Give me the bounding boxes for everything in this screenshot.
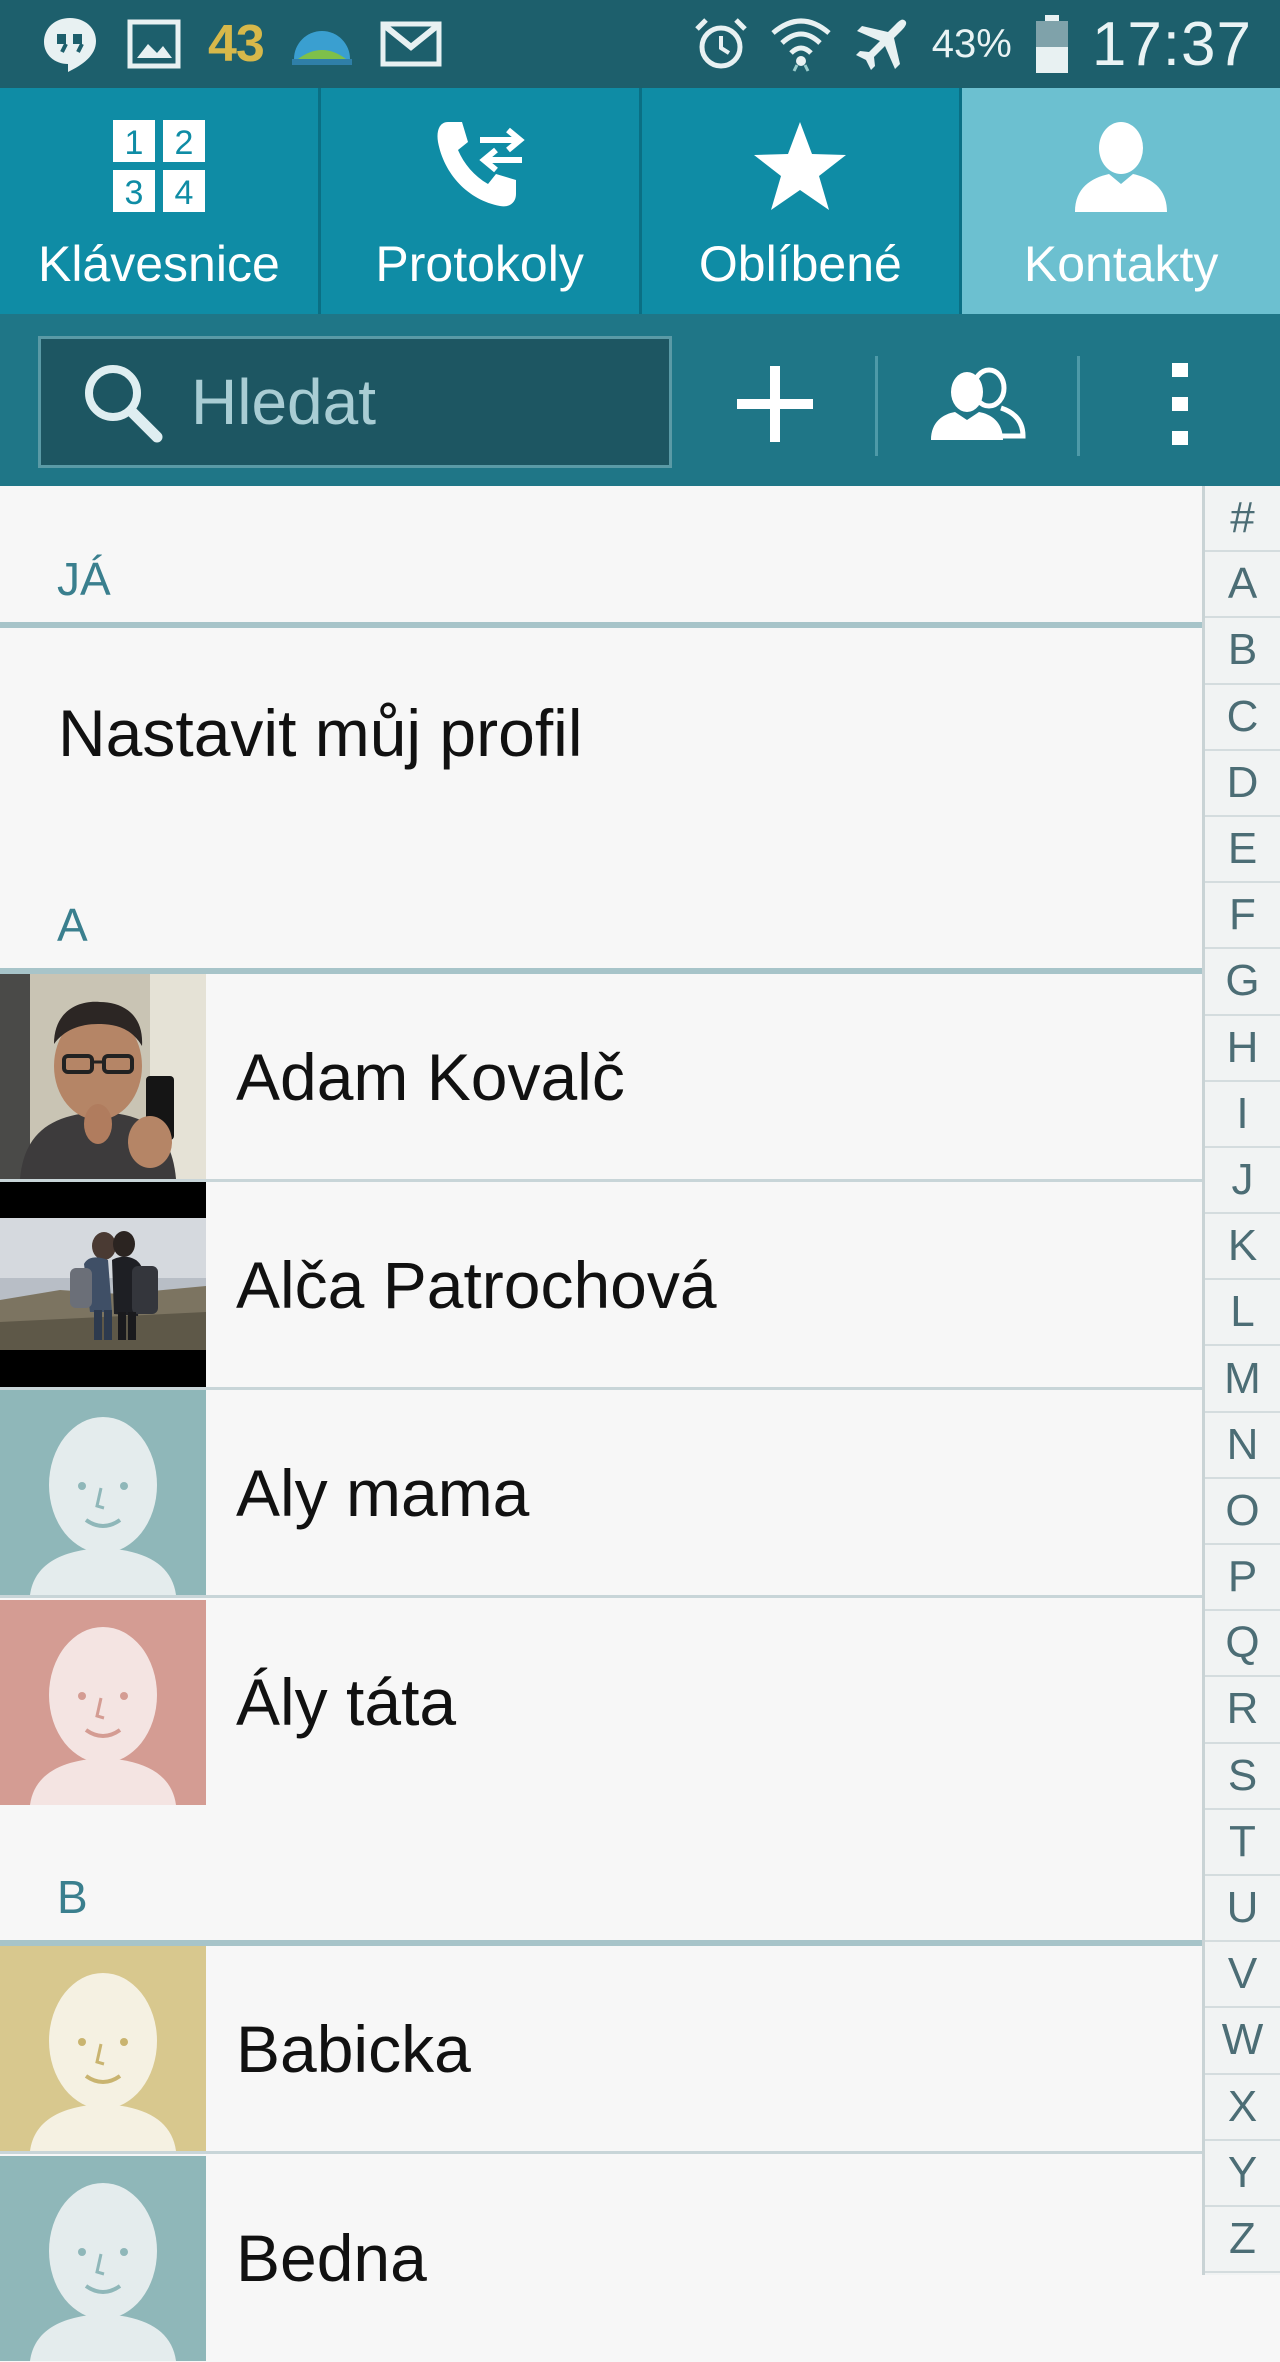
alphabet-index-letter[interactable]: B bbox=[1205, 618, 1280, 685]
alphabet-index-letter[interactable]: # bbox=[1205, 486, 1280, 553]
tab-contacts-label: Kontakty bbox=[1023, 236, 1219, 292]
more-options-button[interactable] bbox=[1115, 344, 1245, 464]
toolbar-divider bbox=[1077, 356, 1080, 456]
alphabet-index-letter[interactable]: Q bbox=[1205, 1611, 1280, 1678]
contact-name: Aly mama bbox=[236, 1455, 530, 1530]
alphabet-index-letter[interactable]: K bbox=[1205, 1214, 1280, 1281]
section-header-me: JÁ bbox=[0, 486, 1202, 628]
alphabet-index-letter[interactable]: W bbox=[1205, 2008, 1280, 2075]
star-icon bbox=[752, 96, 848, 236]
default-avatar-icon bbox=[0, 1390, 206, 1595]
tab-call-log[interactable]: Protokoly bbox=[321, 88, 642, 314]
call-log-icon bbox=[430, 96, 530, 236]
alphabet-index-letter[interactable]: J bbox=[1205, 1148, 1280, 1215]
tab-keypad[interactable]: 1 2 3 4 Klávesnice bbox=[0, 88, 321, 314]
alphabet-index-letter[interactable]: O bbox=[1205, 1479, 1280, 1545]
contact-list[interactable]: JÁ Nastavit můj profil A Adam Kovalč Alč… bbox=[0, 486, 1202, 2362]
groups-button[interactable] bbox=[912, 344, 1042, 464]
contact-photo bbox=[0, 974, 206, 1179]
tab-contacts[interactable]: Kontakty bbox=[962, 88, 1280, 314]
battery-percent: 43% bbox=[931, 21, 1012, 66]
alphabet-index-letter[interactable]: C bbox=[1205, 685, 1280, 751]
search-box[interactable] bbox=[38, 336, 672, 468]
status-left-icons: 43 bbox=[40, 0, 442, 88]
alphabet-index-letter[interactable]: E bbox=[1205, 817, 1280, 884]
search-icon bbox=[79, 359, 165, 445]
keypad-icon: 1 2 3 4 bbox=[111, 96, 207, 236]
svg-text:3: 3 bbox=[124, 174, 143, 212]
groups-icon bbox=[931, 367, 1026, 440]
contact-photo bbox=[0, 1182, 206, 1387]
toolbar-divider bbox=[875, 356, 878, 456]
alphabet-index-letter[interactable]: P bbox=[1205, 1545, 1280, 1612]
svg-text:2: 2 bbox=[174, 124, 193, 162]
default-avatar-icon bbox=[0, 2155, 206, 2361]
hangouts-icon bbox=[40, 14, 100, 74]
alphabet-index-letter[interactable]: U bbox=[1205, 1876, 1280, 1943]
tab-favorites[interactable]: Oblíbené bbox=[642, 88, 963, 314]
section-header-b: B bbox=[0, 1806, 1202, 1946]
person-icon bbox=[1073, 96, 1169, 236]
tab-favorites-label: Oblíbené bbox=[698, 236, 902, 292]
svg-text:4: 4 bbox=[174, 174, 193, 212]
set-profile-label: Nastavit můj profil bbox=[58, 696, 583, 770]
section-header-a: A bbox=[0, 838, 1202, 974]
alphabet-index-letter[interactable]: R bbox=[1205, 1677, 1280, 1744]
status-bar: 43 43% 17:37 bbox=[0, 0, 1280, 88]
contact-name: Babicka bbox=[236, 2011, 471, 2086]
contact-row[interactable]: Babicka bbox=[0, 1946, 1202, 2154]
contact-name: Bedna bbox=[236, 2221, 427, 2295]
alphabet-index-letter[interactable]: V bbox=[1205, 1942, 1280, 2009]
alphabet-index[interactable]: # A B C D E F G H I J K L M N O P Q R S T U V W X Y Z bbox=[1202, 486, 1280, 2275]
contact-row[interactable]: Aly mama bbox=[0, 1390, 1202, 1598]
set-profile-row[interactable]: Nastavit můj profil bbox=[0, 628, 1202, 838]
alphabet-index-letter[interactable]: S bbox=[1205, 1744, 1280, 1810]
alphabet-index-letter[interactable]: F bbox=[1205, 883, 1280, 950]
status-right-icons: 43% 17:37 bbox=[692, 0, 1252, 88]
contact-row[interactable]: Bedna bbox=[0, 2154, 1202, 2362]
alphabet-index-letter[interactable]: H bbox=[1205, 1016, 1280, 1082]
svg-text:1: 1 bbox=[124, 124, 143, 162]
alarm-icon bbox=[692, 15, 750, 73]
clock: 17:37 bbox=[1091, 9, 1252, 79]
alphabet-index-letter[interactable]: I bbox=[1205, 1082, 1280, 1148]
gallery-icon bbox=[126, 16, 182, 72]
contact-row[interactable]: Ály táta bbox=[0, 1598, 1202, 1806]
alphabet-index-letter[interactable]: G bbox=[1205, 949, 1280, 1016]
alphabet-index-letter[interactable]: N bbox=[1205, 1413, 1280, 1479]
search-input[interactable] bbox=[191, 365, 631, 439]
notification-count: 43 bbox=[208, 15, 265, 73]
alphabet-index-letter[interactable]: T bbox=[1205, 1810, 1280, 1876]
section-header-label: A bbox=[57, 899, 88, 951]
default-avatar-icon bbox=[0, 1599, 206, 1805]
alphabet-index-letter[interactable]: Z bbox=[1205, 2207, 1280, 2274]
weather-icon bbox=[290, 19, 354, 69]
tab-bar: 1 2 3 4 Klávesnice Protokoly Oblíbené Ko… bbox=[0, 88, 1280, 314]
alphabet-index-letter[interactable]: L bbox=[1205, 1280, 1280, 1347]
contact-name: Adam Kovalč bbox=[236, 1039, 625, 1114]
wifi-icon bbox=[770, 15, 832, 73]
alphabet-index-letter[interactable]: D bbox=[1205, 751, 1280, 817]
section-header-label: B bbox=[57, 1871, 88, 1923]
alphabet-index-letter[interactable]: A bbox=[1205, 552, 1280, 619]
battery-icon bbox=[1032, 13, 1072, 75]
alphabet-index-letter[interactable]: M bbox=[1205, 1346, 1280, 1413]
tab-call-log-label: Protokoly bbox=[375, 236, 584, 292]
add-contact-button[interactable] bbox=[710, 344, 840, 464]
contact-row[interactable]: Adam Kovalč bbox=[0, 974, 1202, 1182]
contact-name: Ály táta bbox=[236, 1665, 457, 1739]
tab-keypad-label: Klávesnice bbox=[37, 236, 280, 292]
default-avatar-icon bbox=[0, 1946, 206, 2151]
more-vertical-icon bbox=[1172, 363, 1188, 445]
plus-icon bbox=[737, 366, 813, 442]
alphabet-index-letter[interactable]: Y bbox=[1205, 2141, 1280, 2207]
contact-row[interactable]: Alča Patrochová bbox=[0, 1182, 1202, 1390]
gmail-icon bbox=[380, 19, 442, 69]
section-header-label: JÁ bbox=[57, 553, 111, 605]
contact-name: Alča Patrochová bbox=[236, 1247, 717, 1322]
alphabet-index-letter[interactable]: X bbox=[1205, 2075, 1280, 2141]
toolbar bbox=[0, 314, 1280, 486]
airplane-icon bbox=[852, 14, 912, 74]
